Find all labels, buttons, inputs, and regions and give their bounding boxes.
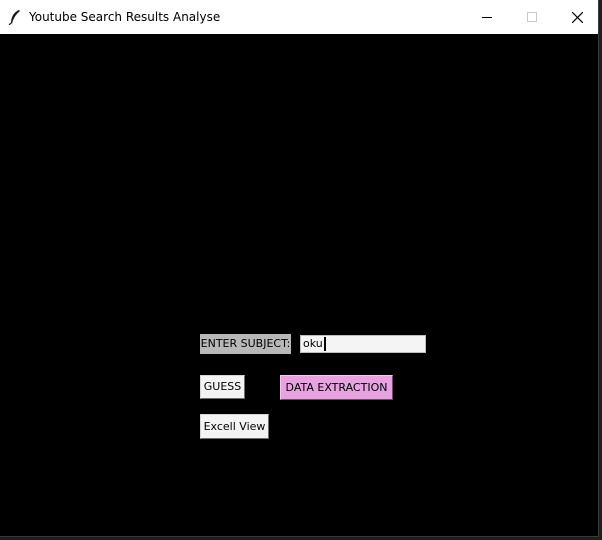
app-window: Youtube Search Results Analyse ENTER SUB… bbox=[0, 0, 599, 537]
title-bar[interactable]: Youtube Search Results Analyse bbox=[0, 0, 598, 34]
subject-label: ENTER SUBJECT: bbox=[200, 334, 291, 354]
minimize-button[interactable] bbox=[464, 0, 510, 34]
guess-button[interactable]: GUESS bbox=[200, 375, 245, 399]
subject-input[interactable] bbox=[300, 335, 426, 353]
text-cursor bbox=[324, 337, 326, 351]
data-extraction-button[interactable]: DATA EXTRACTION bbox=[280, 375, 393, 400]
maximize-button[interactable] bbox=[509, 0, 555, 34]
minimize-icon bbox=[482, 17, 492, 18]
close-button[interactable] bbox=[554, 0, 600, 34]
close-icon bbox=[572, 12, 583, 23]
excel-view-button[interactable]: Excell View bbox=[200, 414, 269, 439]
feather-icon bbox=[8, 9, 22, 26]
window-title: Youtube Search Results Analyse bbox=[29, 10, 221, 24]
maximize-icon bbox=[527, 12, 537, 22]
